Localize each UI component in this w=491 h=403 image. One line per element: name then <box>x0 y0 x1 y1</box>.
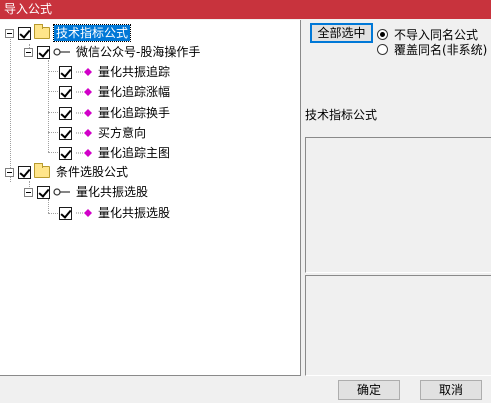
radio-button[interactable] <box>377 44 388 55</box>
formula-icon <box>76 149 92 157</box>
tree-node-label: 微信公众号-股海操作手 <box>76 45 201 59</box>
folder-icon <box>34 163 50 178</box>
parameter-area <box>305 275 491 376</box>
tree-line <box>48 152 58 153</box>
tree-node-label: 技术指标公式 <box>52 24 132 42</box>
tree-node-label: 买方意向 <box>98 126 147 140</box>
checkbox[interactable] <box>59 126 72 140</box>
select-all-button[interactable]: 全部选中 <box>310 23 373 43</box>
checkbox[interactable] <box>37 185 50 199</box>
tree-line <box>10 34 11 182</box>
tree-node-label: 量化追踪主图 <box>98 146 171 160</box>
tree-line <box>48 60 49 152</box>
formula-icon <box>76 129 92 137</box>
radio-button[interactable] <box>377 29 388 40</box>
tree-leaf-formula[interactable]: 量化追踪换手 <box>59 104 172 122</box>
tree-node-stock-selection[interactable]: 条件选股公式 <box>5 163 130 181</box>
tree-node-technical-indicators[interactable]: 技术指标公式 <box>5 24 132 42</box>
checkbox[interactable] <box>59 106 72 120</box>
description-area <box>305 137 491 273</box>
radio-label: 覆盖同名(非系统) <box>394 43 488 57</box>
tree-node-label: 量化共振追踪 <box>98 65 171 79</box>
tree-node-wechat-group[interactable]: 微信公众号-股海操作手 <box>24 43 202 61</box>
tree-leaf-formula[interactable]: 量化共振选股 <box>59 204 172 222</box>
description-label: 技术指标公式 <box>305 108 378 122</box>
tree-line <box>48 71 58 72</box>
checkbox[interactable] <box>18 165 31 179</box>
radio-overwrite[interactable]: 覆盖同名(非系统) <box>377 41 487 58</box>
checkbox[interactable] <box>59 65 72 79</box>
window-title: 导入公式 <box>4 2 53 16</box>
tree-node-label: 条件选股公式 <box>56 165 129 179</box>
tree-leaf-formula[interactable]: 量化追踪涨幅 <box>59 83 172 101</box>
formula-icon <box>76 109 92 117</box>
key-icon <box>53 188 70 196</box>
tree-line <box>48 91 58 92</box>
checkbox[interactable] <box>59 206 72 220</box>
tree-leaf-formula[interactable]: 买方意向 <box>59 124 148 142</box>
title-bar: 导入公式 <box>0 0 491 19</box>
tree-node-label: 量化共振选股 <box>76 185 149 199</box>
tree-line <box>48 112 58 113</box>
checkbox[interactable] <box>37 45 50 59</box>
tree-leaf-formula[interactable]: 量化追踪主图 <box>59 144 172 162</box>
tree-line <box>48 199 49 213</box>
tree-node-resonance-group[interactable]: 量化共振选股 <box>24 183 150 201</box>
formula-icon <box>76 88 92 96</box>
tree-node-label: 量化共振选股 <box>98 206 171 220</box>
checkbox[interactable] <box>59 146 72 160</box>
tree-node-label: 量化追踪换手 <box>98 106 171 120</box>
checkbox[interactable] <box>18 26 31 40</box>
tree-line <box>48 132 58 133</box>
cancel-button[interactable]: 取消 <box>420 380 482 400</box>
checkbox[interactable] <box>59 85 72 99</box>
ok-button[interactable]: 确定 <box>338 380 400 400</box>
formula-tree[interactable]: 技术指标公式 微信公众号-股海操作手 量化共振追踪 量化追踪涨幅 量化追踪换手 … <box>0 20 301 376</box>
tree-node-label: 量化追踪涨幅 <box>98 85 171 99</box>
formula-icon <box>76 209 92 217</box>
collapse-icon[interactable] <box>24 47 33 57</box>
collapse-icon[interactable] <box>5 28 14 38</box>
collapse-icon[interactable] <box>24 187 33 197</box>
tree-line <box>48 213 58 214</box>
folder-icon <box>34 24 50 39</box>
formula-icon <box>76 68 92 76</box>
key-icon <box>53 48 70 56</box>
tree-leaf-formula[interactable]: 量化共振追踪 <box>59 63 172 81</box>
collapse-icon[interactable] <box>5 167 14 177</box>
